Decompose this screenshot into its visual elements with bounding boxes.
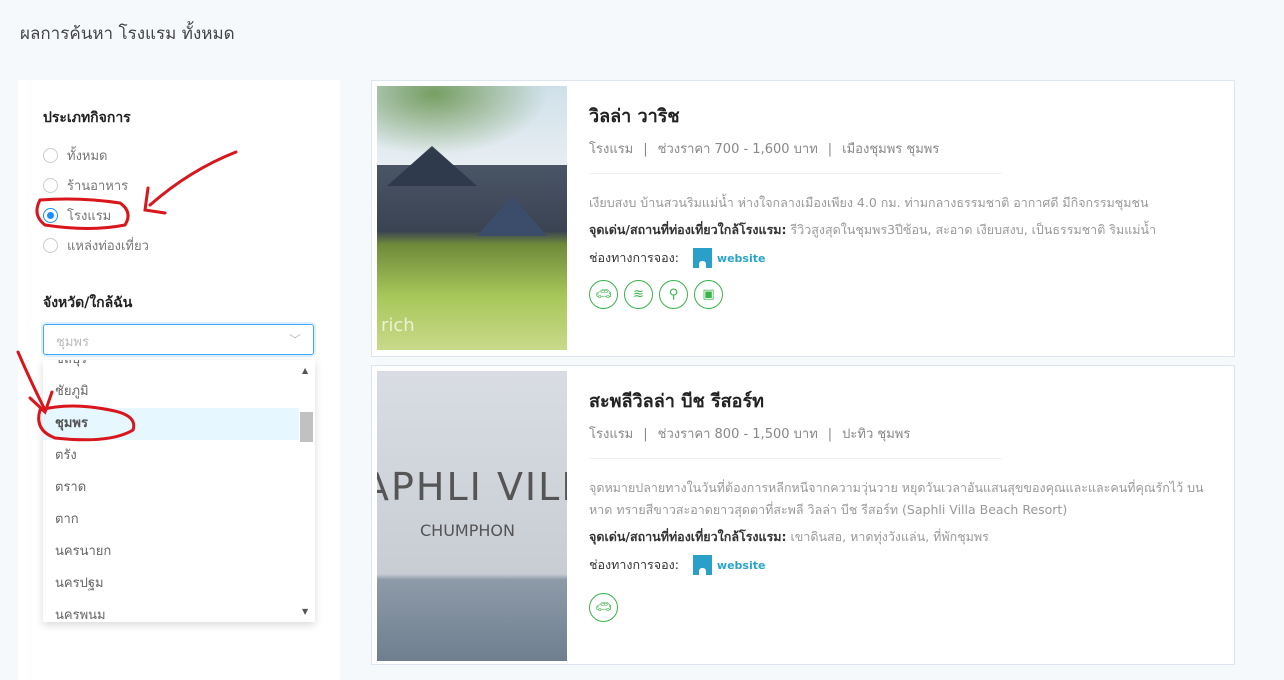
highlight-text: เขาดินสอ, หาดทุ่งวังแล่น, ที่พักชุมพร (790, 529, 989, 544)
building-icon (692, 248, 712, 268)
radio-circle[interactable] (43, 238, 58, 253)
building-icon (692, 555, 712, 575)
photo-watermark: rich (381, 315, 415, 336)
scrollbar-thumb[interactable] (300, 412, 313, 442)
option-nakhon-phanom[interactable]: นครพนม (43, 600, 299, 622)
car-icon: 🚗︎ (589, 593, 618, 622)
province-dropdown: ชลบุรี ชัยภูมิ ชุมพร ตรัง ตราด ตาก นครนา… (43, 360, 315, 622)
amenities: 🚗︎ (589, 593, 1219, 622)
highlight-label: จุดเด่น/สถานที่ท่องเที่ยวใกล้โรงแรม: (589, 222, 787, 237)
booking-channel: ช่องทางการจอง: website (589, 555, 1219, 575)
amenities: 🚗︎ ≋ ⚲ ▣ (589, 280, 1219, 309)
option-trang[interactable]: ตรัง (43, 440, 299, 472)
car-icon: 🚗︎ (589, 280, 618, 309)
website-link[interactable]: website (692, 248, 766, 268)
price-range: ช่วงราคา 700 - 1,600 บาท (657, 142, 818, 157)
bicycle-icon: ⚲ (659, 280, 688, 309)
option-chonburi[interactable]: ชลบุรี (43, 360, 299, 376)
result-card[interactable]: APHLI VILL CHUMPHON สะพลีวิลล่า บีช รีสอ… (371, 365, 1235, 665)
location: ปะทิว ชุมพร (842, 427, 911, 442)
booking-label: ช่องทางการจอง: (589, 250, 679, 265)
radio-circle[interactable] (43, 148, 58, 163)
hotel-meta: โรงแรม | ช่วงราคา 800 - 1,500 บาท | ปะทิว ชุ… (589, 427, 911, 442)
option-nakhon-nayok[interactable]: นครนายก (43, 536, 299, 568)
wifi-icon: ≋ (624, 280, 653, 309)
hotel-photo[interactable]: APHLI VILL CHUMPHON (377, 371, 567, 661)
radio-attraction[interactable]: แหล่งท่องเที่ยว (43, 235, 149, 256)
hotel-photo[interactable]: rich (377, 86, 567, 350)
radio-hotel[interactable]: โรงแรม (43, 205, 111, 226)
booking-label: ช่องทางการจอง: (589, 557, 679, 572)
option-chaiyaphum[interactable]: ชัยภูมิ (43, 376, 299, 408)
highlight-label: จุดเด่น/สถานที่ท่องเที่ยวใกล้โรงแรม: (589, 529, 787, 544)
scroll-down-icon[interactable]: ▼ (302, 607, 308, 616)
hotel-name[interactable]: วิลล่า วาริช (589, 101, 1219, 130)
business-type-title: ประเภทกิจการ (43, 110, 131, 126)
hotel-name[interactable]: สะพลีวิลล่า บีช รีสอร์ท (589, 386, 1219, 415)
website-text: website (716, 251, 766, 265)
photo-subtext: CHUMPHON (420, 521, 515, 540)
divider (589, 173, 1001, 174)
description: จุดหมายปลายทางในวันที่ต้องการหลีกหนีจากค… (589, 480, 1204, 517)
radio-all[interactable]: ทั้งหมด (43, 145, 108, 166)
radio-label: โรงแรม (67, 209, 112, 224)
divider (589, 458, 1001, 459)
radio-label: ทั้งหมด (67, 149, 108, 164)
highlights: จุดเด่น/สถานที่ท่องเที่ยวใกล้โรงแรม: รีว… (589, 220, 1219, 240)
hotel-meta: โรงแรม | ช่วงราคา 700 - 1,600 บาท | เมืองชุม… (589, 142, 940, 157)
location: เมืองชุมพร ชุมพร (842, 142, 940, 157)
radio-circle[interactable] (43, 208, 58, 223)
radio-label: แหล่งท่องเที่ยว (67, 239, 149, 254)
chevron-down-icon: ﹀ (288, 333, 301, 347)
province-select[interactable]: ชุมพร ﹀ (43, 324, 314, 355)
select-value: ชุมพร (56, 335, 89, 350)
highlights: จุดเด่น/สถานที่ท่องเที่ยวใกล้โรงแรม: เขา… (589, 527, 1219, 547)
hotel-type: โรงแรม (589, 427, 634, 442)
dropdown-scrollbar[interactable]: ▲ ▼ (299, 360, 315, 622)
radio-label: ร้านอาหาร (67, 179, 129, 194)
booking-channel: ช่องทางการจอง: website (589, 248, 1219, 268)
washing-machine-icon: ▣ (694, 280, 723, 309)
radio-restaurant[interactable]: ร้านอาหาร (43, 175, 128, 196)
website-text: website (716, 558, 766, 572)
description: เงียบสงบ บ้านสวนริมแม่น้ำ ห่างใจกลางเมือ… (589, 195, 1149, 210)
option-tak[interactable]: ตาก (43, 504, 299, 536)
photo-text: APHLI VILL (377, 465, 567, 509)
highlight-text: รีวิวสูงสุดในชุมพร3ปีซ้อน, สะอาด เงียบสง… (790, 222, 1157, 237)
page-title: ผลการค้นหา โรงแรม ทั้งหมด (20, 24, 235, 44)
province-title: จังหวัด/ใกล้ฉัน (43, 295, 133, 311)
scroll-up-icon[interactable]: ▲ (302, 366, 308, 375)
price-range: ช่วงราคา 800 - 1,500 บาท (657, 427, 818, 442)
result-card[interactable]: rich วิลล่า วาริช โรงแรม | ช่วงราคา 700 - … (371, 80, 1235, 357)
option-chumphon[interactable]: ชุมพร (43, 408, 299, 440)
option-trat[interactable]: ตราด (43, 472, 299, 504)
radio-circle[interactable] (43, 178, 58, 193)
hotel-type: โรงแรม (589, 142, 634, 157)
website-link[interactable]: website (692, 555, 766, 575)
option-nakhon-pathom[interactable]: นครปฐม (43, 568, 299, 600)
